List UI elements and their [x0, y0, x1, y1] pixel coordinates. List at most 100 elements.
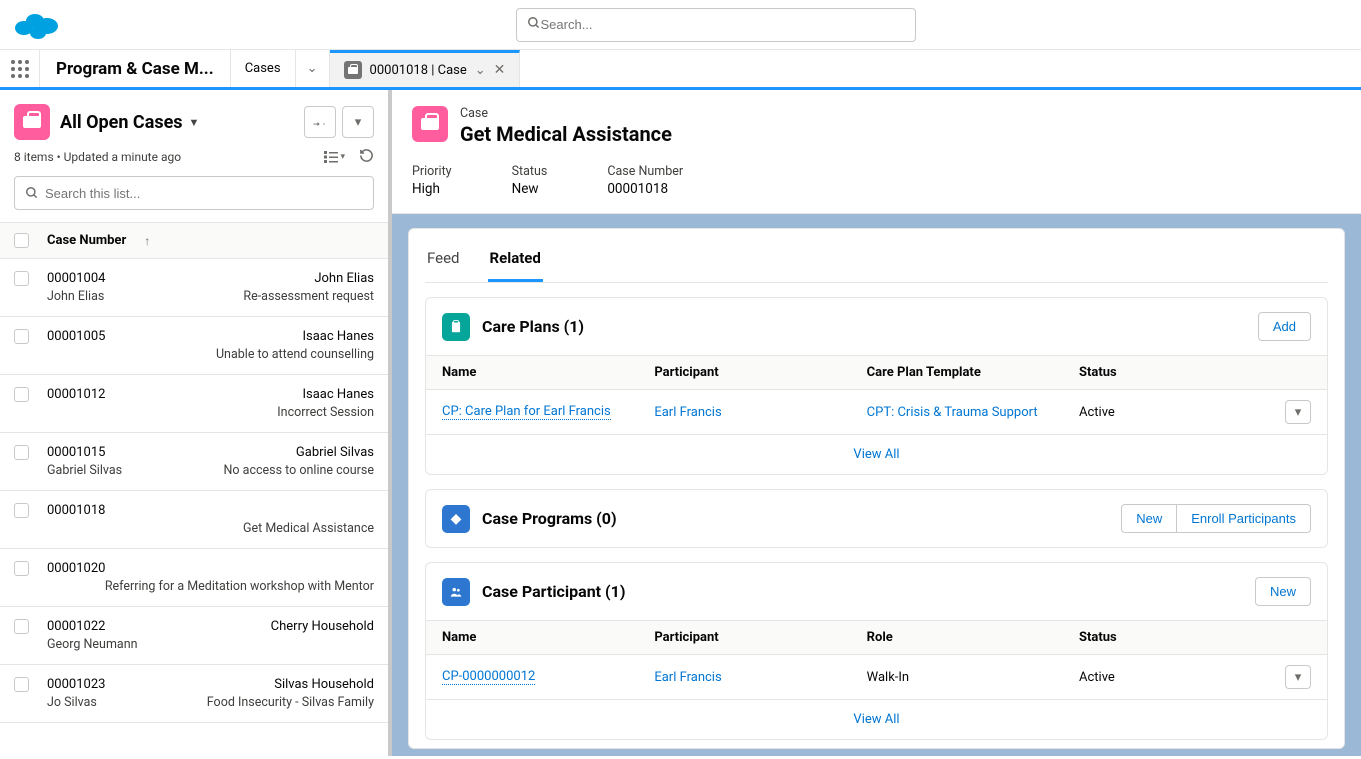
col-name: Name	[442, 630, 654, 645]
field-value-status: New	[512, 181, 548, 197]
participant-link[interactable]: Earl Francis	[654, 405, 721, 420]
search-icon	[25, 186, 39, 200]
list-row[interactable]: 00001018 Get Medical Assistance	[0, 491, 388, 549]
global-search[interactable]	[516, 8, 916, 42]
field-value-priority: High	[412, 181, 452, 197]
row-checkbox[interactable]	[14, 387, 29, 402]
template-link[interactable]: CPT: Crisis & Trauma Support	[867, 405, 1038, 420]
record-header: Case Get Medical Assistance Priority Hig…	[392, 90, 1361, 214]
row-right1: John Elias	[314, 271, 374, 286]
row-right2: Re-assessment request	[243, 289, 374, 304]
list-row[interactable]: 00001020 Referring for a Meditation work…	[0, 549, 388, 607]
tab-related[interactable]: Related	[488, 239, 543, 282]
case-programs-title[interactable]: Case Programs (0)	[482, 509, 617, 528]
list-row[interactable]: 00001015Gabriel Silvas Gabriel SilvasNo …	[0, 433, 388, 491]
list-row[interactable]: 00001005Isaac Hanes Unable to attend cou…	[0, 317, 388, 375]
enroll-participants-button[interactable]: Enroll Participants	[1177, 504, 1311, 533]
row-case-number: 00001012	[47, 387, 105, 402]
list-column-header[interactable]: Case Number ↑	[0, 222, 388, 259]
col-status: Status	[1079, 365, 1261, 380]
role-value: Walk-In	[867, 670, 1079, 685]
row-checkbox[interactable]	[14, 619, 29, 634]
nav-tab-record[interactable]: 00001018 | Case ⌄ ✕	[330, 50, 521, 87]
care-plan-link[interactable]: CP: Care Plan for Earl Francis	[442, 404, 611, 420]
nav-bar: Program & Case M... Cases ⌄ 00001018 | C…	[0, 50, 1361, 90]
row-left2: Jo Silvas	[47, 695, 97, 710]
row-case-number: 00001015	[47, 445, 105, 460]
col-participant: Participant	[654, 365, 866, 380]
row-right2: Get Medical Assistance	[243, 521, 374, 536]
row-right1: Silvas Household	[274, 677, 374, 692]
col-role: Role	[867, 630, 1079, 645]
row-checkbox[interactable]	[14, 561, 29, 576]
tab-feed[interactable]: Feed	[425, 239, 462, 282]
list-row[interactable]: 00001022 Cherry Household Georg Neumann	[0, 607, 388, 665]
nav-tab-record-label: 00001018 | Case	[370, 63, 467, 78]
app-launcher-icon[interactable]	[0, 50, 40, 87]
row-menu-button[interactable]: ▾	[1285, 400, 1311, 424]
case-participant-title[interactable]: Case Participant (1)	[482, 582, 625, 601]
view-all-participants[interactable]: View All	[853, 712, 899, 727]
close-icon[interactable]: ✕	[494, 62, 506, 78]
add-care-plan-button[interactable]: Add	[1258, 312, 1311, 341]
case-participant-icon	[442, 578, 470, 606]
new-case-program-button[interactable]: New	[1121, 504, 1177, 533]
view-all-care-plans[interactable]: View All	[853, 447, 899, 462]
row-case-number: 00001005	[47, 329, 105, 344]
list-row[interactable]: 00001004 John Elias John Elias Re-assessme…	[0, 259, 388, 317]
table-row: CP-0000000012 Earl Francis Walk-In Activ…	[426, 655, 1327, 700]
related-card-case-participant: Case Participant (1) New Name Participan…	[425, 562, 1328, 740]
app-name: Program & Case M...	[40, 50, 231, 87]
participant-record-link[interactable]: CP-0000000012	[442, 669, 535, 685]
list-actions-menu[interactable]: ▾	[342, 106, 374, 138]
nav-tab-label: Cases	[245, 61, 281, 76]
row-checkbox[interactable]	[14, 445, 29, 460]
salesforce-logo	[12, 8, 62, 42]
row-left2: John Elias	[47, 289, 104, 304]
row-checkbox[interactable]	[14, 503, 29, 518]
row-right1: Isaac Hanes	[302, 387, 374, 402]
record-title: Get Medical Assistance	[460, 122, 672, 146]
row-checkbox[interactable]	[14, 329, 29, 344]
nav-tab-cases[interactable]: Cases	[231, 50, 296, 87]
list-search[interactable]	[14, 176, 374, 210]
chevron-down-icon[interactable]: ⌄	[475, 63, 486, 78]
object-label: Case	[460, 106, 672, 121]
row-case-number: 00001004	[47, 271, 105, 286]
list-row[interactable]: 00001023Silvas Household Jo SilvasFood I…	[0, 665, 388, 723]
list-view-title[interactable]: All Open Cases ▼	[60, 112, 199, 133]
new-case-participant-button[interactable]: New	[1255, 577, 1311, 606]
col-case-number: Case Number	[47, 233, 126, 248]
chevron-down-icon: ▼	[189, 116, 200, 129]
row-menu-button[interactable]: ▾	[1285, 665, 1311, 689]
row-checkbox[interactable]	[14, 677, 29, 692]
row-left2: Georg Neumann	[47, 637, 138, 652]
display-toggle[interactable]: ▾	[324, 148, 345, 166]
select-all-checkbox[interactable]	[14, 233, 29, 248]
participant-link[interactable]: Earl Francis	[654, 670, 721, 685]
refresh-button[interactable]	[359, 148, 374, 166]
list-search-input[interactable]	[45, 186, 363, 201]
row-case-number: 00001022	[47, 619, 105, 634]
row-right2: No access to online course	[224, 463, 374, 478]
col-name: Name	[442, 365, 654, 380]
pin-button[interactable]	[304, 106, 336, 138]
row-right2: Incorrect Session	[277, 405, 374, 420]
record-tabs: Feed Related	[425, 239, 1328, 283]
global-search-input[interactable]	[541, 17, 905, 32]
row-right1: Cherry Household	[271, 619, 374, 634]
sort-asc-icon: ↑	[144, 234, 150, 248]
list-meta-text: 8 items • Updated a minute ago	[14, 150, 181, 164]
list-row[interactable]: 00001012 Isaac Hanes Incorrect Session	[0, 375, 388, 433]
related-card-case-programs: ◆ Case Programs (0) New Enroll Participa…	[425, 489, 1328, 548]
case-programs-icon: ◆	[442, 505, 470, 533]
care-plan-icon	[442, 313, 470, 341]
care-plans-title[interactable]: Care Plans (1)	[482, 317, 584, 336]
status-value: Active	[1079, 405, 1261, 420]
case-icon	[412, 106, 448, 142]
nav-tab-cases-menu[interactable]: ⌄	[296, 50, 330, 87]
col-participant: Participant	[654, 630, 866, 645]
row-right2: Food Insecurity - Silvas Family	[207, 695, 374, 710]
row-checkbox[interactable]	[14, 271, 29, 286]
list-view-title-text: All Open Cases	[60, 112, 183, 133]
